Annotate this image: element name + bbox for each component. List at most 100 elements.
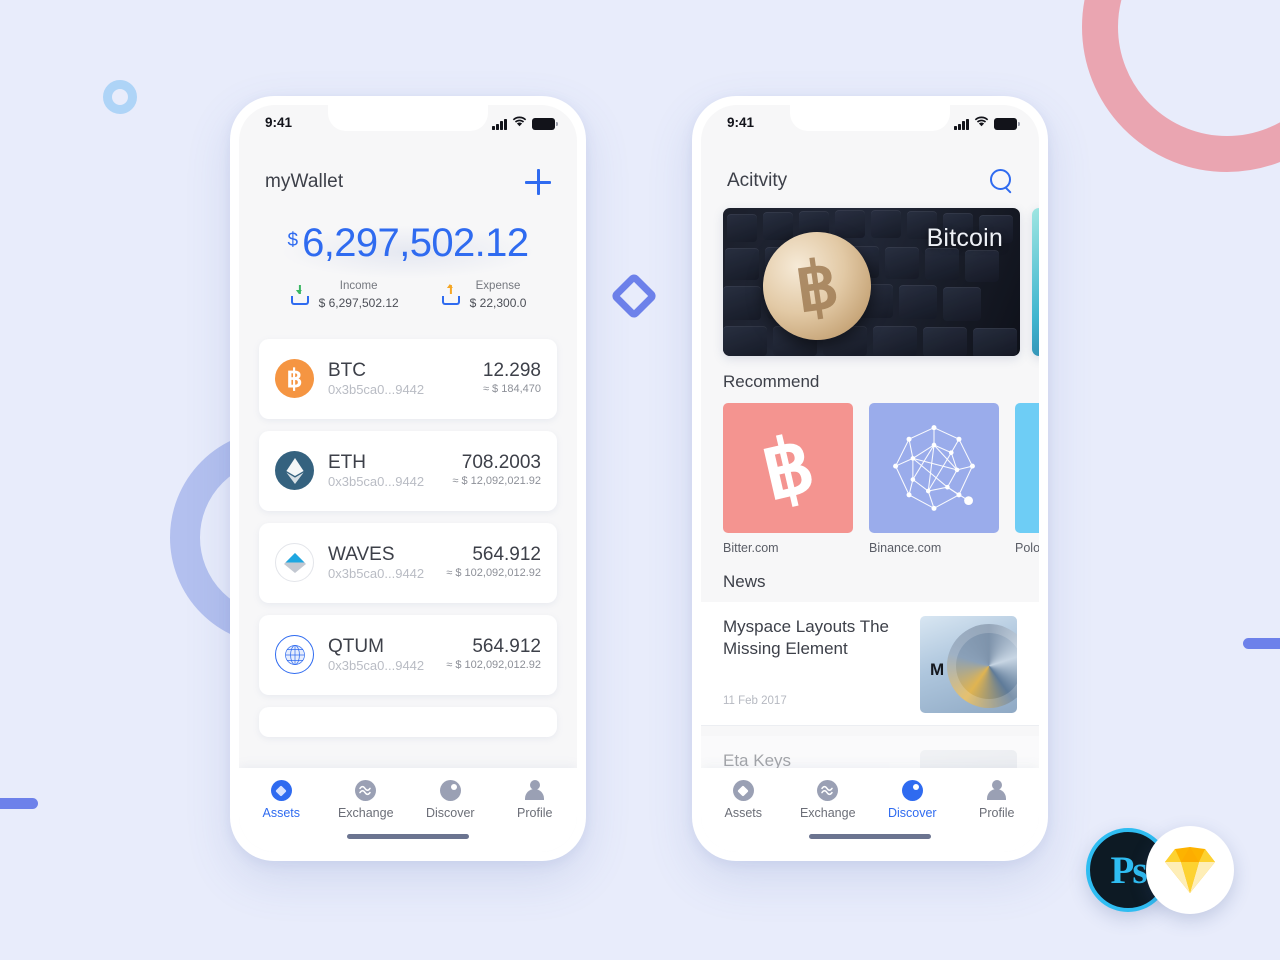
list-item[interactable]: Binance.com bbox=[869, 403, 999, 555]
section-title-news: News bbox=[723, 572, 766, 591]
balance-section: $ 6,297,502.12 Income $ 6,297,502.12 Exp… bbox=[239, 195, 577, 323]
phone-mockup-wallet: 9:41 myWallet $ 6,297,502.12 Income $ 6,… bbox=[230, 96, 586, 861]
income-value: $ 6,297,502.12 bbox=[318, 295, 399, 310]
wifi-icon bbox=[512, 115, 527, 130]
asset-address: 0x3b5ca0...9442 bbox=[328, 381, 425, 397]
banner-bitcoin[interactable]: ฿ Bitcoin bbox=[723, 208, 1020, 356]
home-indicator[interactable] bbox=[809, 834, 931, 839]
table-row[interactable]: ฿ BTC 0x3b5ca0...9442 12.298 ≈ $ 184,470 bbox=[259, 338, 557, 419]
tab-label: Exchange bbox=[337, 806, 394, 820]
tab-label: Profile bbox=[517, 806, 553, 820]
banner-secondary[interactable] bbox=[1032, 208, 1039, 356]
plus-icon[interactable] bbox=[525, 169, 551, 195]
discover-compass-icon bbox=[439, 780, 461, 801]
exchange-wave-icon bbox=[817, 780, 839, 801]
section-title-recommend: Recommend bbox=[723, 372, 820, 391]
balance-amount: 6,297,502.12 bbox=[302, 221, 529, 265]
tab-exchange[interactable]: Exchange bbox=[786, 780, 871, 820]
tab-profile[interactable]: Profile bbox=[955, 780, 1040, 820]
news-title: Myspace Layouts The Missing Element bbox=[723, 617, 889, 659]
income-tray-down-icon bbox=[290, 284, 310, 305]
discover-screen: 9:41 Acitvity ฿ Bitcoin Recommend ฿ Bitt… bbox=[701, 105, 1039, 852]
right-bar-decoration bbox=[1243, 638, 1280, 649]
bottom-tab-bar: Assets Exchange Discover Profile bbox=[701, 768, 1039, 852]
recommend-list[interactable]: ฿ Bitter.com Binance.com Polo bbox=[701, 392, 1039, 555]
battery-icon bbox=[532, 118, 558, 130]
profile-person-icon bbox=[524, 780, 545, 801]
currency-symbol: $ bbox=[287, 230, 299, 251]
pink-arc-decoration bbox=[1082, 0, 1280, 172]
tab-discover[interactable]: Discover bbox=[870, 780, 955, 820]
income-label: Income bbox=[339, 280, 378, 292]
teal-abstract-photo bbox=[1032, 208, 1039, 356]
tab-discover[interactable]: Discover bbox=[408, 780, 493, 820]
wallet-screen: 9:41 myWallet $ 6,297,502.12 Income $ 6,… bbox=[239, 105, 577, 852]
table-row-partial[interactable] bbox=[259, 706, 557, 737]
asset-usd-value: ≈ $ 102,092,012.92 bbox=[446, 658, 541, 671]
recommend-label: Polone bbox=[1015, 541, 1039, 555]
tab-profile[interactable]: Profile bbox=[493, 780, 578, 820]
exchange-wave-icon bbox=[355, 780, 377, 801]
waves-coin-icon bbox=[275, 543, 314, 583]
expense-tray-up-icon bbox=[441, 284, 461, 305]
assets-diamond-icon bbox=[732, 780, 754, 801]
home-indicator[interactable] bbox=[347, 834, 469, 839]
tab-label: Exchange bbox=[799, 806, 856, 820]
banner-carousel[interactable]: ฿ Bitcoin bbox=[701, 192, 1039, 356]
cellular-signal-icon bbox=[954, 118, 969, 130]
status-time: 9:41 bbox=[265, 114, 293, 130]
diamond-outline-decoration bbox=[609, 271, 659, 321]
status-time: 9:41 bbox=[727, 114, 755, 130]
expense-summary: Expense $ 22,300.0 bbox=[441, 279, 527, 311]
btc-coin-icon: ฿ bbox=[275, 359, 314, 399]
tab-assets[interactable]: Assets bbox=[239, 780, 324, 820]
tab-label: Discover bbox=[425, 806, 475, 820]
battery-icon bbox=[994, 118, 1020, 130]
expense-value: $ 22,300.0 bbox=[469, 295, 527, 310]
asset-symbol: BTC bbox=[328, 359, 366, 381]
asset-symbol: ETH bbox=[328, 451, 366, 473]
binance-network-icon bbox=[869, 403, 999, 533]
small-blue-ring-decoration bbox=[103, 80, 137, 114]
total-balance: $ 6,297,502.12 bbox=[287, 221, 530, 265]
tab-assets[interactable]: Assets bbox=[701, 780, 786, 820]
asset-usd-value: ≈ $ 184,470 bbox=[482, 382, 541, 395]
qtum-coin-icon bbox=[275, 635, 314, 675]
table-row[interactable]: ETH 0x3b5ca0...9442 708.2003 ≈ $ 12,092,… bbox=[259, 430, 557, 511]
list-item[interactable]: Polone bbox=[1015, 403, 1039, 555]
asset-address: 0x3b5ca0...9442 bbox=[328, 473, 425, 489]
tab-label: Assets bbox=[262, 806, 300, 820]
recommend-label: Bitter.com bbox=[723, 541, 779, 555]
status-indicators bbox=[954, 115, 1020, 130]
phone-mockup-discover: 9:41 Acitvity ฿ Bitcoin Recommend ฿ Bitt… bbox=[692, 96, 1048, 861]
search-icon[interactable] bbox=[990, 169, 1013, 192]
tab-label: Discover bbox=[887, 806, 937, 820]
table-row[interactable]: QTUM 0x3b5ca0...9442 564.912 ≈ $ 102,092… bbox=[259, 614, 557, 695]
table-row[interactable]: WAVES 0x3b5ca0...9442 564.912 ≈ $ 102,09… bbox=[259, 522, 557, 603]
list-item[interactable]: ฿ Bitter.com bbox=[723, 403, 853, 555]
photoshop-label: Ps bbox=[1110, 848, 1148, 892]
discover-header: Acitvity bbox=[701, 139, 1039, 192]
poloniex-icon bbox=[1015, 403, 1039, 533]
banner-caption: Bitcoin bbox=[926, 224, 1003, 252]
wallet-header: myWallet bbox=[239, 139, 577, 195]
asset-symbol: WAVES bbox=[328, 543, 395, 565]
discover-compass-icon bbox=[901, 780, 923, 801]
tab-label: Profile bbox=[979, 806, 1015, 820]
expense-label: Expense bbox=[475, 280, 521, 292]
profile-person-icon bbox=[986, 780, 1007, 801]
page-title: myWallet bbox=[265, 171, 344, 192]
status-indicators bbox=[492, 115, 558, 130]
news-date: 11 Feb 2017 bbox=[723, 694, 787, 707]
asset-amount: 708.2003 bbox=[461, 452, 541, 474]
income-summary: Income $ 6,297,502.12 bbox=[290, 279, 399, 311]
bottom-tab-bar: Assets Exchange Discover Profile bbox=[239, 768, 577, 852]
bitcoin-b-icon: ฿ bbox=[723, 403, 853, 533]
tab-exchange[interactable]: Exchange bbox=[324, 780, 409, 820]
asset-symbol: QTUM bbox=[328, 635, 384, 657]
sketch-gem-icon bbox=[1164, 846, 1216, 894]
list-item[interactable]: Myspace Layouts The Missing Element 11 F… bbox=[701, 602, 1039, 726]
canvas: 9:41 myWallet $ 6,297,502.12 Income $ 6,… bbox=[0, 0, 1280, 960]
asset-usd-value: ≈ $ 102,092,012.92 bbox=[446, 566, 541, 579]
asset-amount: 564.912 bbox=[472, 544, 541, 566]
